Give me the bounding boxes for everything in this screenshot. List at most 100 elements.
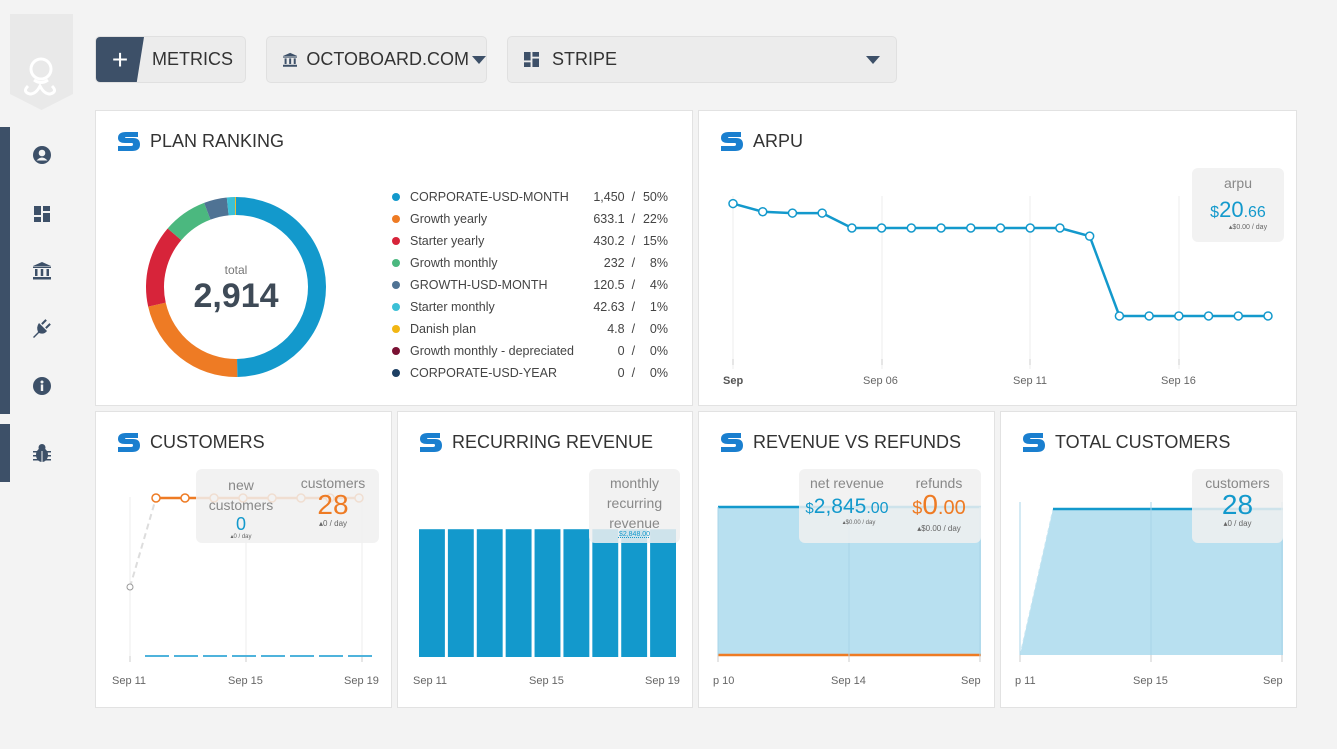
revenue-vs-refunds-area-chart	[717, 505, 981, 662]
legend-item[interactable]: Danish plan 4.8 / 0%	[392, 318, 668, 340]
x-tick-label: Sep 15	[529, 675, 564, 687]
revenue-bar	[447, 529, 474, 657]
refunds-dec: .00	[937, 497, 966, 519]
datasource-label: STRIPE	[552, 49, 618, 69]
customers-value: 28	[317, 489, 349, 520]
arpu-label: arpu	[1223, 175, 1253, 191]
legend-item[interactable]: Starter monthly 42.63 / 1%	[392, 296, 668, 318]
currency: $	[805, 500, 814, 517]
mrr-summary: monthly recurring revenue $2,848.00	[589, 469, 680, 543]
legend-swatch	[392, 303, 400, 311]
sidebar-bug-indicator	[0, 424, 10, 482]
currency: $	[1210, 204, 1220, 221]
legend-value: 120.5 / 4%	[593, 278, 668, 292]
arpu-value-dec: .66	[1243, 204, 1266, 221]
arpu-line-chart	[728, 196, 1273, 369]
donut-total-label: total	[224, 263, 248, 277]
net-revenue-int: 2,845	[813, 495, 867, 518]
x-tick-label: Sep 14	[831, 675, 866, 687]
data-point	[1203, 311, 1214, 321]
x-tick-label: Sep 06	[863, 375, 898, 387]
x-tick-label: Sep 15	[228, 675, 263, 687]
new-customers-value: 0	[235, 514, 246, 534]
data-point	[728, 198, 738, 209]
revenue-summary: net revenue $2,845.00 ▴$0.00 / day refun…	[799, 469, 981, 543]
legend-item[interactable]: CORPORATE-USD-YEAR 0 / 0%	[392, 362, 668, 384]
stripe-logo-icon	[118, 132, 140, 151]
refunds-delta: ▴$0.00 / day	[917, 524, 961, 533]
bug-icon[interactable]	[32, 443, 52, 463]
info-icon[interactable]	[32, 376, 52, 396]
customers-delta: ▴0 / day	[318, 519, 348, 528]
total-customers-value: 28	[1221, 489, 1254, 520]
net-revenue-label: net revenue	[810, 475, 884, 491]
arpu-summary: arpu $20.66 ▴$0.00 / day	[1192, 168, 1284, 242]
total-customers-widget: TOTAL CUSTOMERS customers 28 ▴0 / day p …	[1000, 411, 1297, 708]
revenue-bar	[476, 529, 503, 657]
data-point	[1114, 311, 1125, 321]
x-tick-label: Sep 19	[344, 675, 379, 687]
customers-summary: new customers 0 ▴0 / day customers 28 ▴0…	[196, 469, 379, 543]
mrr-label: monthly recurring revenue	[606, 475, 663, 531]
legend-value: 633.1 / 22%	[593, 212, 668, 226]
legend-item[interactable]: Growth monthly - depreciated 0 / 0%	[392, 340, 668, 362]
datasource-dropdown[interactable]: STRIPE	[507, 36, 897, 83]
x-tick-label: Sep 11	[1013, 375, 1048, 387]
data-point	[1025, 223, 1035, 233]
arpu-widget: ARPU Sep Sep 06 Sep 11 Sep 16 arpu $20.6…	[698, 110, 1297, 406]
chevron-down-icon	[866, 55, 880, 64]
net-revenue-dec: .00	[866, 500, 889, 517]
legend-swatch	[392, 369, 400, 377]
x-tick-label: Sep 15	[1133, 675, 1168, 687]
data-point	[126, 583, 134, 591]
legend-item[interactable]: Growth monthly 232 / 8%	[392, 252, 668, 274]
data-point	[876, 223, 887, 233]
x-tick-label: Sep	[1263, 675, 1283, 687]
dashboard-icon[interactable]	[32, 204, 52, 224]
octoboard-logo[interactable]	[10, 14, 73, 110]
dashboard-icon	[524, 52, 539, 67]
legend-swatch	[392, 237, 400, 245]
refunds-int: 0	[922, 489, 938, 520]
customers-line-chart	[126, 493, 372, 662]
bank-icon[interactable]	[32, 261, 52, 281]
arpu-series-line	[732, 202, 1268, 318]
add-metrics-button[interactable]: + METRICS	[95, 36, 246, 83]
organization-dropdown[interactable]: OCTOBOARD.COM	[266, 36, 487, 83]
customers-projection-line	[129, 497, 157, 588]
data-point	[1174, 311, 1184, 321]
data-point	[966, 223, 976, 233]
data-point	[787, 208, 798, 218]
revenue-bar	[650, 529, 676, 657]
legend-value: 232 / 8%	[603, 256, 668, 270]
user-circle-icon[interactable]	[32, 145, 52, 165]
legend-value: 430.2 / 15%	[593, 234, 668, 248]
data-point	[1233, 311, 1244, 321]
data-point	[180, 493, 190, 503]
legend-item[interactable]: Growth yearly 633.1 / 22%	[392, 208, 668, 230]
legend-swatch	[392, 259, 400, 267]
mrr-value: $2,848.00	[618, 531, 651, 538]
legend-item[interactable]: GROWTH-USD-MONTH 120.5 / 4%	[392, 274, 668, 296]
x-tick-label: p 10	[713, 675, 735, 687]
legend-value: 1,450 / 50%	[593, 190, 668, 204]
widget-title: PLAN RANKING	[150, 130, 285, 151]
revenue-bar	[419, 529, 445, 657]
recurring-revenue-bar-chart	[419, 529, 676, 657]
x-tick-label: Sep 11	[112, 675, 147, 687]
x-tick-label: Sep 19	[645, 675, 680, 687]
data-point	[757, 206, 768, 217]
data-point	[1263, 311, 1273, 321]
data-point	[1084, 231, 1095, 241]
data-point	[151, 493, 161, 503]
revenue-bar	[621, 529, 648, 657]
legend-item[interactable]: CORPORATE-USD-MONTH 1,450 / 50%	[392, 186, 668, 208]
new-customers-delta: ▴0 / day	[230, 534, 252, 540]
legend-item[interactable]: Starter yearly 430.2 / 15%	[392, 230, 668, 252]
recurring-revenue-widget: RECURRING REVENUE monthly recurring reve…	[397, 411, 693, 708]
revenue-bar	[592, 529, 619, 657]
legend-swatch	[392, 215, 400, 223]
plug-icon[interactable]	[32, 318, 52, 338]
data-point	[1055, 223, 1065, 233]
chevron-down-icon	[472, 55, 486, 64]
